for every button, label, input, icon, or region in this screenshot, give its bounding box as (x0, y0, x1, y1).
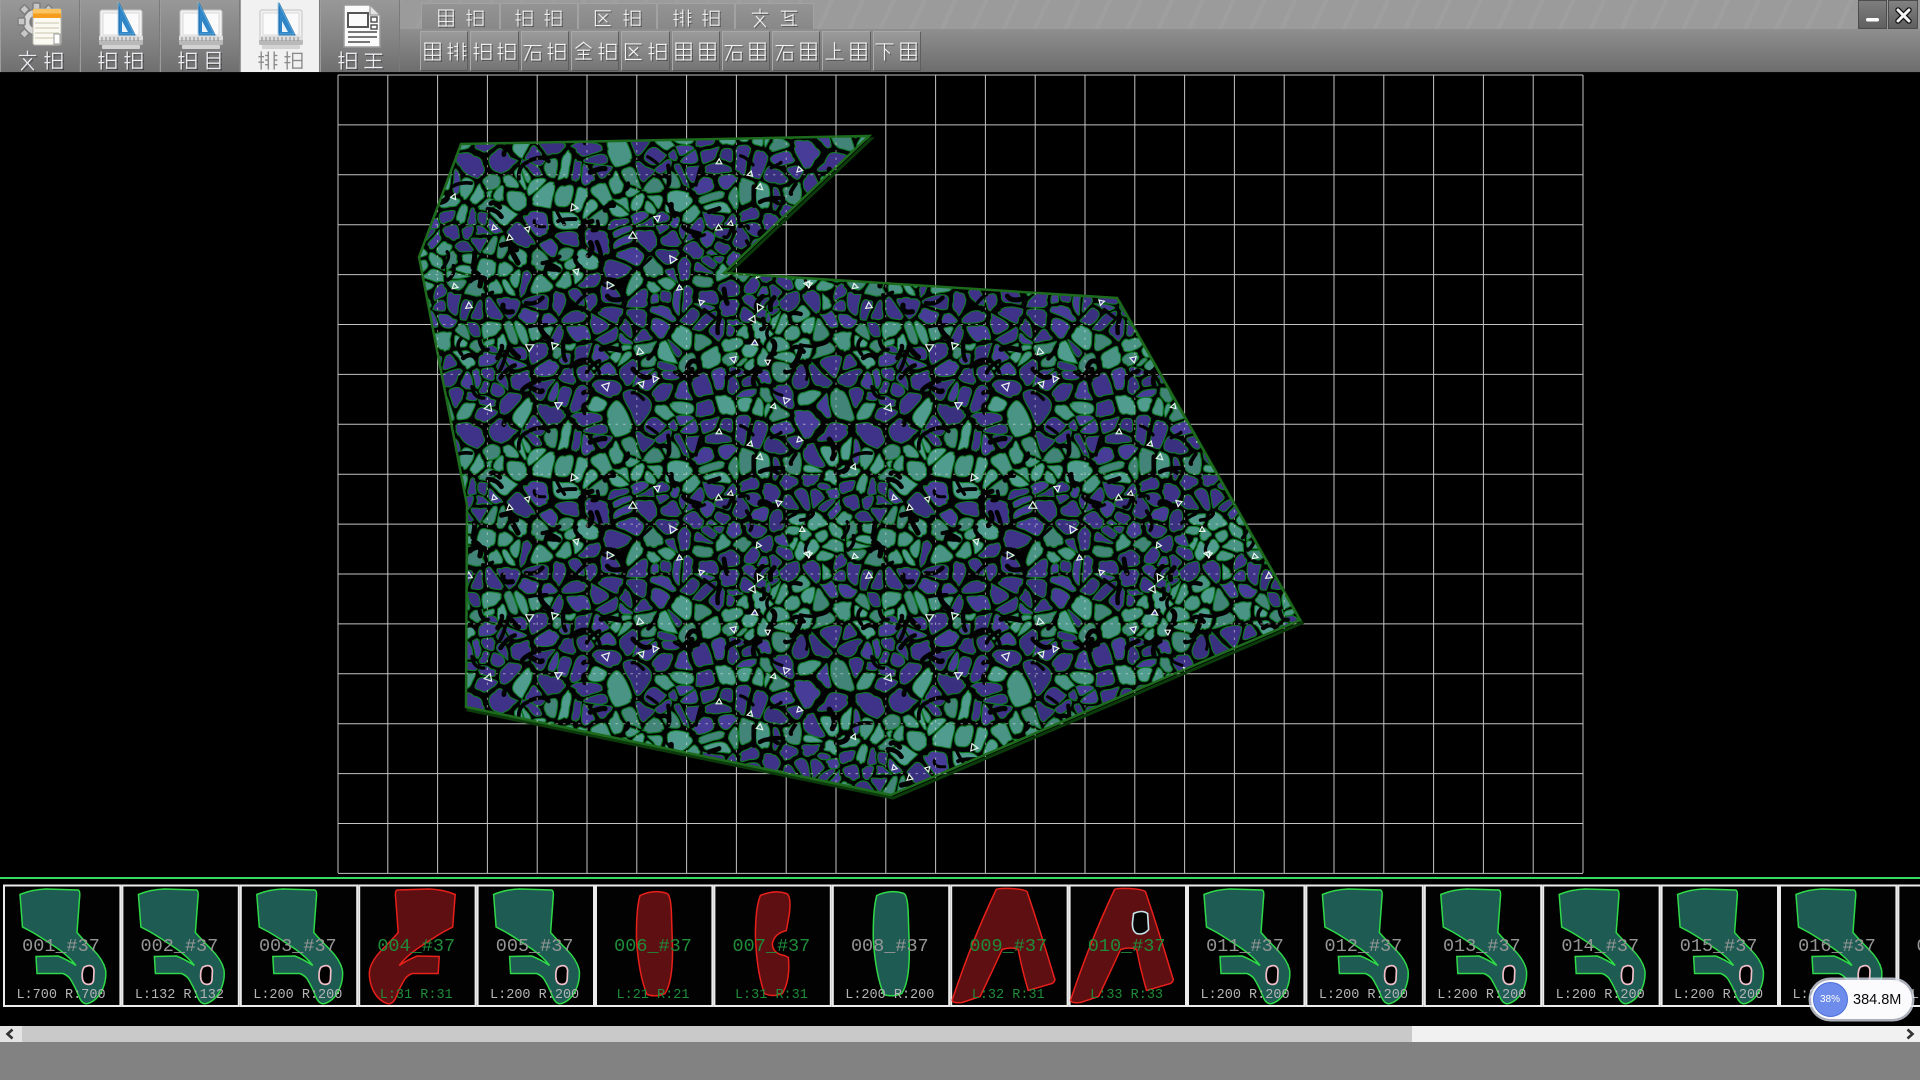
svg-text:008_#37: 008_#37 (851, 936, 929, 957)
svg-text:002_#37: 002_#37 (141, 936, 219, 957)
svg-text:L:200 R:200: L:200 R:200 (490, 988, 579, 1003)
svg-text:L:200 R:200: L:200 R:200 (1319, 988, 1408, 1003)
svg-text:014_#37: 014_#37 (1561, 936, 1639, 957)
svg-text:006_#37: 006_#37 (614, 936, 692, 957)
svg-text:L:32 R:31: L:32 R:31 (972, 988, 1045, 1003)
svg-text:015_#37: 015_#37 (1680, 936, 1758, 957)
svg-text:L:700 R:700: L:700 R:700 (16, 988, 105, 1003)
svg-text:001_#37: 001_#37 (22, 936, 100, 957)
svg-text:L:31 R:31: L:31 R:31 (735, 988, 808, 1003)
svg-text:L:200 R:200: L:200 R:200 (1674, 988, 1763, 1003)
svg-text:013_#37: 013_#37 (1443, 936, 1521, 957)
svg-text:012_#37: 012_#37 (1325, 936, 1403, 957)
svg-text:011_#37: 011_#37 (1206, 936, 1284, 957)
svg-text:L:33 R:33: L:33 R:33 (1090, 988, 1163, 1003)
svg-text:017_#37: 017_#37 (1917, 936, 1920, 957)
svg-text:L:200 R:200: L:200 R:200 (1200, 988, 1289, 1003)
svg-text:L:200 R:200: L:200 R:200 (1556, 988, 1645, 1003)
svg-text:010_#37: 010_#37 (1088, 936, 1166, 957)
svg-text:005_#37: 005_#37 (496, 936, 574, 957)
svg-text:L:132 R:132: L:132 R:132 (135, 988, 224, 1003)
svg-text:004_#37: 004_#37 (377, 936, 455, 957)
svg-text:L:21 R:21: L:21 R:21 (617, 988, 690, 1003)
svg-text:L:200 R:200: L:200 R:200 (253, 988, 342, 1003)
svg-text:016_#37: 016_#37 (1798, 936, 1876, 957)
svg-text:L:200 R:200: L:200 R:200 (1437, 988, 1526, 1003)
svg-text:L:200 R:200: L:200 R:200 (845, 988, 934, 1003)
svg-text:009_#37: 009_#37 (969, 936, 1047, 957)
svg-text:003_#37: 003_#37 (259, 936, 337, 957)
svg-text:007_#37: 007_#37 (733, 936, 811, 957)
svg-text:L:31 R:31: L:31 R:31 (380, 988, 453, 1003)
svg-text:L:200 R:200: L:200 R:200 (1911, 988, 1920, 1003)
